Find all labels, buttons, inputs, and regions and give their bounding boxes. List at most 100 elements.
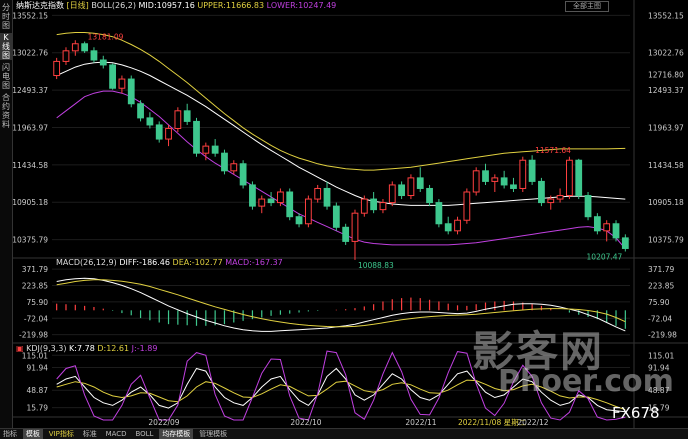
candle-body-60 (612, 223, 620, 239)
candle-body-43 (454, 219, 461, 232)
sidebar-item-timeshare[interactable]: 分时图 (0, 3, 12, 30)
macd-right-tick-3: -72.04 (648, 314, 672, 323)
boll-lower-value: LOWER:10247.49 (266, 1, 337, 10)
kdj-right-tick-0: 115.01 (648, 351, 674, 360)
candle-body-3 (81, 43, 89, 52)
main-chart-dropdown[interactable]: 全部主图 (565, 1, 609, 12)
candle-body-14 (183, 110, 191, 122)
kdj-left-tick-2: 48.87 (27, 386, 49, 395)
candle-body-39 (416, 177, 424, 189)
candle-body-8 (127, 78, 135, 105)
candle-body-15 (193, 120, 200, 154)
candle-body-16 (202, 145, 210, 154)
macd-diff-value: DIFF:-186.46 (119, 258, 170, 267)
macd-right-tick-2: 75.90 (648, 298, 670, 307)
candle-body-25 (286, 191, 294, 218)
candle-body-2 (71, 43, 79, 52)
candle-body-47 (491, 177, 499, 182)
main-header: 纳斯达克指数 [日线] BOLL(26,2) MID:10957.16 UPPE… (16, 1, 336, 11)
candle-body-35 (379, 202, 387, 211)
x-axis-label-4: 2022/12 (517, 418, 548, 427)
candle-body-9 (137, 103, 144, 119)
candle-body-40 (426, 187, 433, 204)
macd-diff-line (56, 277, 626, 332)
candle-body-48 (500, 177, 508, 186)
price-chart[interactable]: 13552.15 13552.15 13022.76 13022.76 12493.37… (0, 0, 688, 438)
macd-left-tick-2: 75.90 (27, 298, 49, 307)
candle-body-56 (575, 159, 583, 197)
candle-body-42 (444, 223, 452, 232)
kdj-header: ▣ KDJ(9,3,3) K:7.78 D:12.61 J:-1.89 (16, 344, 157, 354)
candle-body-61 (621, 237, 629, 249)
candle-body-37 (398, 184, 405, 197)
kdj-k-value: K:7.78 (69, 344, 95, 353)
candle-body-58 (593, 216, 601, 232)
candle-body-55 (566, 159, 573, 197)
candle-body-30 (332, 205, 340, 228)
candle-body-29 (323, 187, 331, 207)
sidebar-item-kline[interactable]: K线图 (0, 33, 12, 60)
boll-label: BOLL(26,2) (91, 1, 136, 10)
main-right-tick-4: 11434.58 (648, 161, 684, 170)
main-left-tick-4: 11434.58 (12, 161, 48, 170)
main-right-tick-5: 10905.18 (648, 198, 684, 207)
macd-macd-value: MACD:-167.37 (225, 258, 283, 267)
main-right-tick-0: 13552.15 (648, 11, 684, 20)
candle-body-52 (538, 180, 545, 204)
candle-body-38 (407, 177, 415, 197)
main-left-tick-0: 13552.15 (12, 11, 48, 20)
macd-header: MACD(26,12,9) DIFF:-186.46 DEA:-102.77 M… (56, 258, 283, 268)
candle-body-53 (547, 198, 555, 204)
macd-label: MACD(26,12,9) (56, 258, 117, 267)
candle-body-36 (388, 184, 396, 204)
candle-body-50 (519, 159, 527, 189)
instrument-name: 纳斯达克指数 (16, 1, 64, 10)
main-left-tick-2: 12493.37 (12, 86, 48, 95)
candle-body-13 (174, 110, 182, 129)
brand-logo: FX678 (612, 404, 660, 422)
kdj-d-value: D:12.61 (97, 344, 130, 353)
candle-body-21 (249, 184, 256, 207)
candle-body-17 (211, 145, 219, 154)
annotation-0: 13181.09 (88, 33, 124, 42)
kdj-d-line (56, 379, 626, 411)
candle-body-20 (239, 163, 247, 186)
main-right-tick-2: 12493.37 (648, 86, 684, 95)
candle-body-18 (221, 152, 228, 172)
candle-body-12 (165, 127, 172, 140)
macd-right-tick-4: -219.98 (648, 331, 677, 340)
candle-body-22 (258, 198, 266, 207)
boll-upper-value: UPPER:11666.83 (197, 1, 265, 10)
main-left-tick-6: 10375.79 (12, 236, 48, 245)
candle-body-45 (472, 170, 480, 193)
main-right-tick-6: 10375.79 (648, 236, 684, 245)
candle-body-33 (360, 198, 368, 214)
candle-body-32 (351, 212, 359, 242)
candle-body-57 (584, 195, 592, 218)
macd-left-tick-3: -72.04 (24, 314, 48, 323)
candle-body-4 (90, 50, 98, 61)
kdj-settings-icon[interactable]: ▣ (16, 344, 24, 353)
sidebar-item-flash[interactable]: 闪电图 (0, 63, 12, 90)
candle-body-44 (463, 191, 471, 221)
main-right-tick-3: 11963.97 (648, 123, 684, 132)
candle-body-34 (370, 198, 378, 211)
x-axis-label-0: 2022/09 (148, 418, 179, 427)
candle-body-59 (603, 223, 611, 232)
macd-dea-value: DEA:-102.77 (172, 258, 223, 267)
macd-right-tick-0: 371.79 (648, 265, 674, 274)
candle-body-24 (277, 191, 284, 204)
kdj-label: KDJ(9,3,3) (26, 344, 67, 353)
sidebar-item-contract[interactable]: 合约资料 (0, 93, 12, 129)
macd-right-tick-1: 223.85 (648, 282, 674, 291)
annotation-2: 11571.64 (535, 146, 571, 155)
main-left-tick-5: 10905.18 (12, 198, 48, 207)
candle-body-0 (53, 60, 61, 77)
left-sidebar: 分时图 K线图 闪电图 合约资料 (0, 0, 13, 438)
candle-body-19 (230, 163, 238, 172)
kdj-left-tick-1: 91.94 (27, 363, 49, 372)
kdj-j-value: J:-1.89 (131, 344, 158, 353)
candle-body-51 (528, 159, 536, 182)
candle-body-1 (62, 50, 70, 62)
candle-body-26 (295, 216, 303, 225)
